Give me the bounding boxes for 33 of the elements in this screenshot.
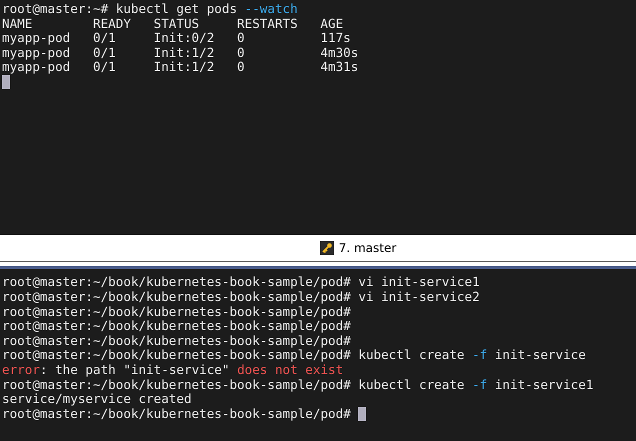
table-cell-text: myapp-pod <box>2 46 72 60</box>
table-cell-text: myapp-pod <box>2 31 72 46</box>
table-cell-text: 117s <box>320 31 352 46</box>
table-cell-text: Init:0/2 <box>154 31 216 46</box>
terminal-line: root@master:~# kubectl get pods --watch <box>2 2 299 17</box>
table-cell-text: Init:1/2 <box>154 60 216 75</box>
table-cell-text: myapp-pod <box>2 60 72 75</box>
table-cell-text: 4m31s <box>320 60 360 75</box>
terminal-line: service/myservice created <box>2 391 192 406</box>
column-header: AGE <box>320 16 344 32</box>
table-cell-text: 0 <box>237 60 246 75</box>
table-cell-text: 0/1 <box>92 60 117 75</box>
column-header: RESTARTS <box>237 16 299 32</box>
terminal-line: root@master:~/book/kubernetes-book-sample/pod# <box>2 406 352 421</box>
key-icon <box>320 241 334 256</box>
table-cell-text: 0 <box>237 31 246 46</box>
terminal-line: root@master:~/book/kubernetes-book-sample/pod# vi init-service1 <box>2 274 480 290</box>
terminal-line: root@master:~/book/kubernetes-book-sample/pod# <box>2 318 351 334</box>
column-header: READY <box>92 16 132 32</box>
table-cell-text: 0/1 <box>92 31 117 46</box>
column-header: NAME <box>2 16 34 32</box>
terminal-line: root@master:~/book/kubernetes-book-sample/pod# kubectl create -f init-service <box>2 347 586 362</box>
table-cell-text: Init:1/2 <box>154 46 216 60</box>
column-header: STATUS <box>154 16 200 32</box>
terminal-line: root@master:~/book/kubernetes-book-sample/pod# <box>2 332 351 348</box>
terminal-line: root@master:~/book/kubernetes-book-sample/pod# kubectl create -f init-service1 <box>2 376 594 392</box>
table-cell-text: 0 <box>237 46 246 60</box>
terminal-tab[interactable]: 7. master <box>320 241 396 256</box>
terminal-line: root@master:~/book/kubernetes-book-sample/pod# <box>2 304 351 319</box>
terminal-line: error: the path "init-service" does not exist <box>2 362 344 377</box>
table-cell-text: 0/1 <box>92 46 117 60</box>
terminal-line: root@master:~/book/kubernetes-book-sample/pod# vi init-service2 <box>2 288 480 304</box>
table-cell-text: 4m30s <box>320 46 360 60</box>
